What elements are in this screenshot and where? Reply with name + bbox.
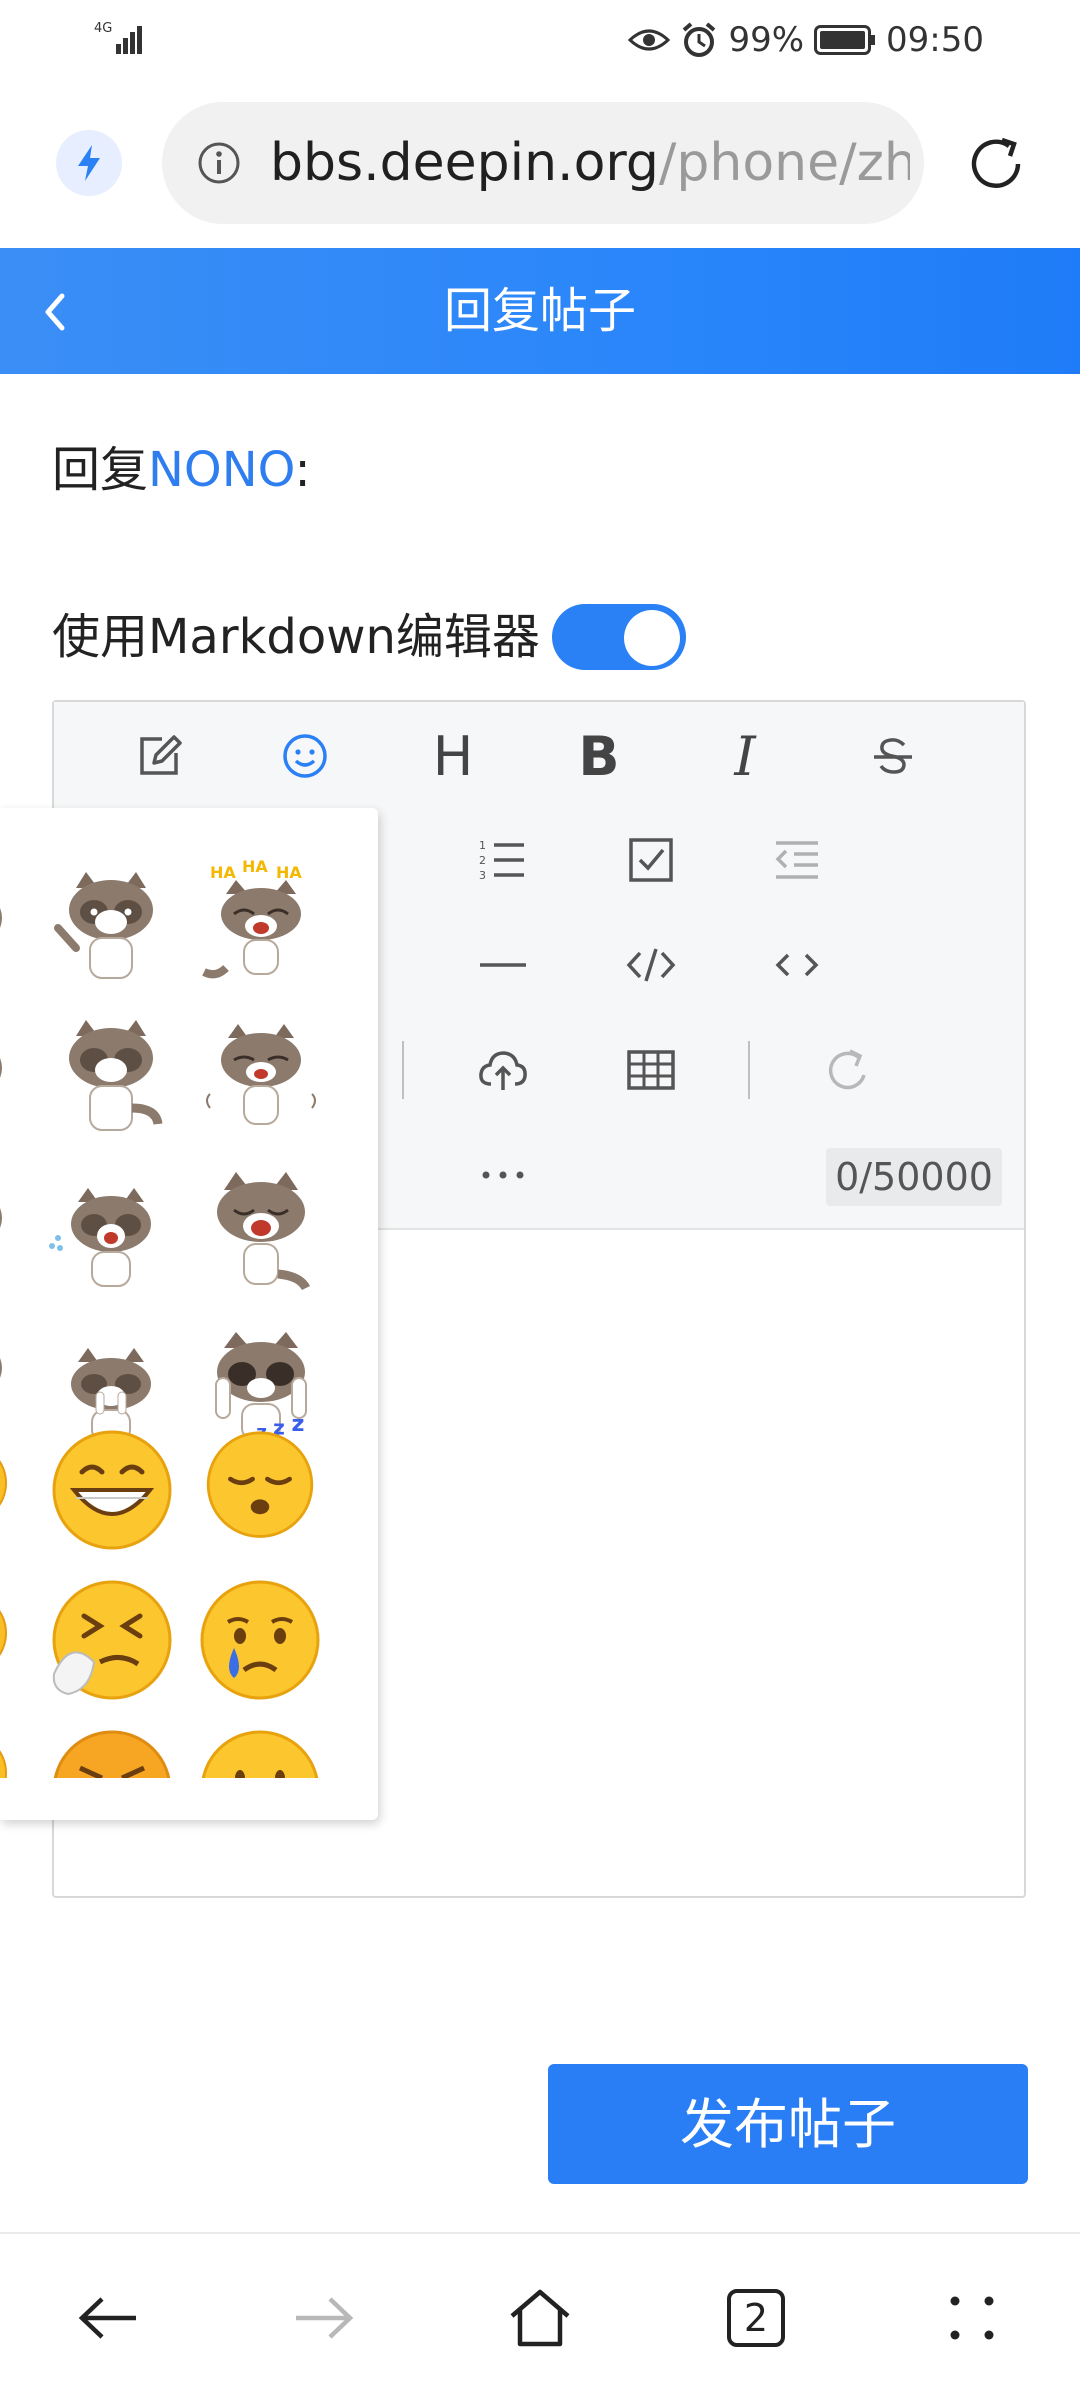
more-icon[interactable] — [468, 1140, 538, 1210]
home-icon[interactable] — [502, 2280, 578, 2356]
heading-icon[interactable]: H — [418, 721, 488, 791]
bold-label: B — [578, 724, 620, 788]
info-icon[interactable] — [196, 140, 242, 186]
raccoon-sticker-icon[interactable] — [0, 1023, 26, 1133]
redo-icon[interactable] — [814, 1035, 884, 1105]
svg-text:HA: HA — [276, 863, 302, 882]
signal-icon: 4G — [92, 18, 152, 62]
svg-text:HA: HA — [210, 863, 236, 882]
toolbar-separator — [748, 1041, 750, 1099]
strikethrough-icon[interactable] — [858, 721, 928, 791]
svg-text:3: 3 — [479, 869, 486, 882]
svg-text:2: 2 — [479, 854, 486, 867]
emoji-icon[interactable] — [270, 721, 340, 791]
emoji-face-icon[interactable] — [0, 1428, 26, 1538]
reply-prefix: 回复 — [52, 442, 149, 498]
upload-icon[interactable] — [468, 1035, 538, 1105]
bold-icon[interactable]: B — [564, 721, 634, 791]
reload-icon[interactable] — [962, 130, 1030, 198]
url-text[interactable]: bbs.deepin.org/phone/zh — [270, 128, 910, 198]
svg-text:HA: HA — [242, 858, 268, 876]
checkbox-icon[interactable] — [616, 825, 686, 895]
toolbar-separator — [402, 1041, 404, 1099]
page-title: 回复帖子 — [443, 283, 636, 339]
publish-button[interactable]: 发布帖子 — [548, 2064, 1028, 2184]
inline-code-icon[interactable] — [762, 930, 832, 1000]
eye-icon — [628, 26, 671, 54]
character-counter: 0/50000 — [826, 1148, 1002, 1206]
sneezing-face-icon[interactable] — [50, 1578, 174, 1702]
alarm-icon — [680, 21, 718, 59]
sleeping-face-icon[interactable]: z z z — [198, 1418, 322, 1542]
back-icon[interactable] — [70, 2280, 146, 2356]
grinning-face-icon[interactable] — [50, 1428, 174, 1552]
reply-user-link[interactable]: NONO — [148, 442, 295, 498]
bolt-icon[interactable] — [56, 130, 122, 196]
heading-label: H — [432, 724, 474, 788]
battery-percent: 99% — [728, 20, 805, 60]
status-right: 99% 09:50 — [628, 14, 984, 66]
horizontal-rule-icon[interactable] — [468, 930, 538, 1000]
emoji-panel: HA HA HA z z — [0, 808, 378, 1820]
raccoon-laugh-sticker-icon[interactable]: HA HA HA — [196, 858, 326, 988]
raccoon-wave-sticker-icon[interactable] — [46, 858, 176, 988]
raccoon-smug-sticker-icon[interactable] — [196, 1008, 326, 1138]
raccoon-sticker-icon[interactable] — [0, 1323, 26, 1433]
reply-suffix: : — [294, 442, 311, 498]
table-icon[interactable] — [616, 1035, 686, 1105]
code-block-icon[interactable] — [616, 930, 686, 1000]
markdown-label: 使用Markdown编辑器 — [52, 609, 540, 665]
raccoon-cry-sticker-icon[interactable] — [196, 1164, 326, 1294]
outdent-icon[interactable] — [762, 825, 832, 895]
raccoon-sweat-sticker-icon[interactable] — [46, 1168, 176, 1298]
emoji-face-icon[interactable] — [0, 1578, 26, 1688]
reply-target: 回复NONO: — [52, 435, 311, 505]
forward-icon[interactable] — [286, 2280, 362, 2356]
url-path: /phone/zh — [658, 133, 910, 193]
tabs-icon[interactable]: 2 — [718, 2280, 794, 2356]
network-type: 4G — [94, 21, 112, 36]
menu-icon[interactable] — [934, 2280, 1010, 2356]
toggle-knob[interactable] — [624, 610, 680, 666]
edit-icon[interactable] — [124, 721, 194, 791]
tab-count: 2 — [743, 2296, 769, 2340]
url-host: bbs.deepin.org — [270, 133, 659, 193]
raccoon-sticker-icon[interactable] — [0, 1173, 26, 1283]
clock: 09:50 — [886, 20, 984, 60]
battery-icon — [814, 25, 876, 55]
italic-label: I — [734, 724, 756, 788]
raccoon-shy-sticker-icon[interactable] — [46, 1008, 176, 1138]
svg-text:z: z — [291, 1418, 304, 1437]
crying-face-icon[interactable] — [198, 1578, 322, 1702]
svg-text:1: 1 — [479, 839, 486, 852]
raccoon-sticker-icon[interactable] — [0, 873, 26, 983]
ordered-list-icon[interactable]: 1 2 3 — [468, 825, 538, 895]
emoji-panel-footer — [0, 1778, 378, 1820]
italic-icon[interactable]: I — [710, 721, 780, 791]
